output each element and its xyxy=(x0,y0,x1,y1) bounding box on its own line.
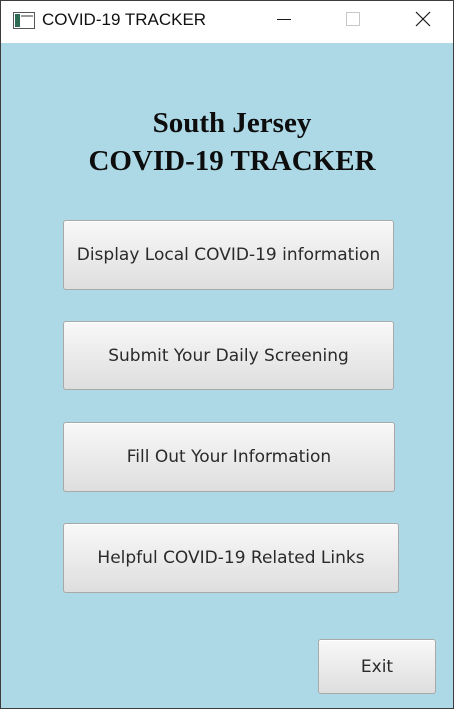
window-title: COVID-19 TRACKER xyxy=(42,10,207,29)
daily-screening-button[interactable]: Submit Your Daily Screening xyxy=(63,321,394,390)
heading-title: COVID-19 TRACKER xyxy=(88,145,376,177)
minimize-icon xyxy=(276,11,292,32)
helpful-links-button[interactable]: Helpful COVID-19 Related Links xyxy=(63,523,399,593)
app-window: COVID-19 TRACKER South Jersey COVID-19 T… xyxy=(0,0,454,709)
minimize-button[interactable] xyxy=(261,1,307,41)
display-local-info-button[interactable]: Display Local COVID-19 information xyxy=(63,220,394,290)
title-bar[interactable]: COVID-19 TRACKER xyxy=(1,1,453,41)
heading-region: South Jersey xyxy=(152,107,312,139)
exit-button[interactable]: Exit xyxy=(318,639,436,694)
close-button[interactable] xyxy=(400,1,446,41)
maximize-button[interactable] xyxy=(330,1,376,41)
java-app-icon xyxy=(13,12,35,29)
main-panel: South Jersey COVID-19 TRACKER Display Lo… xyxy=(1,43,453,708)
fill-out-information-button[interactable]: Fill Out Your Information xyxy=(63,422,395,492)
maximize-icon xyxy=(345,11,361,32)
close-icon xyxy=(414,10,432,33)
